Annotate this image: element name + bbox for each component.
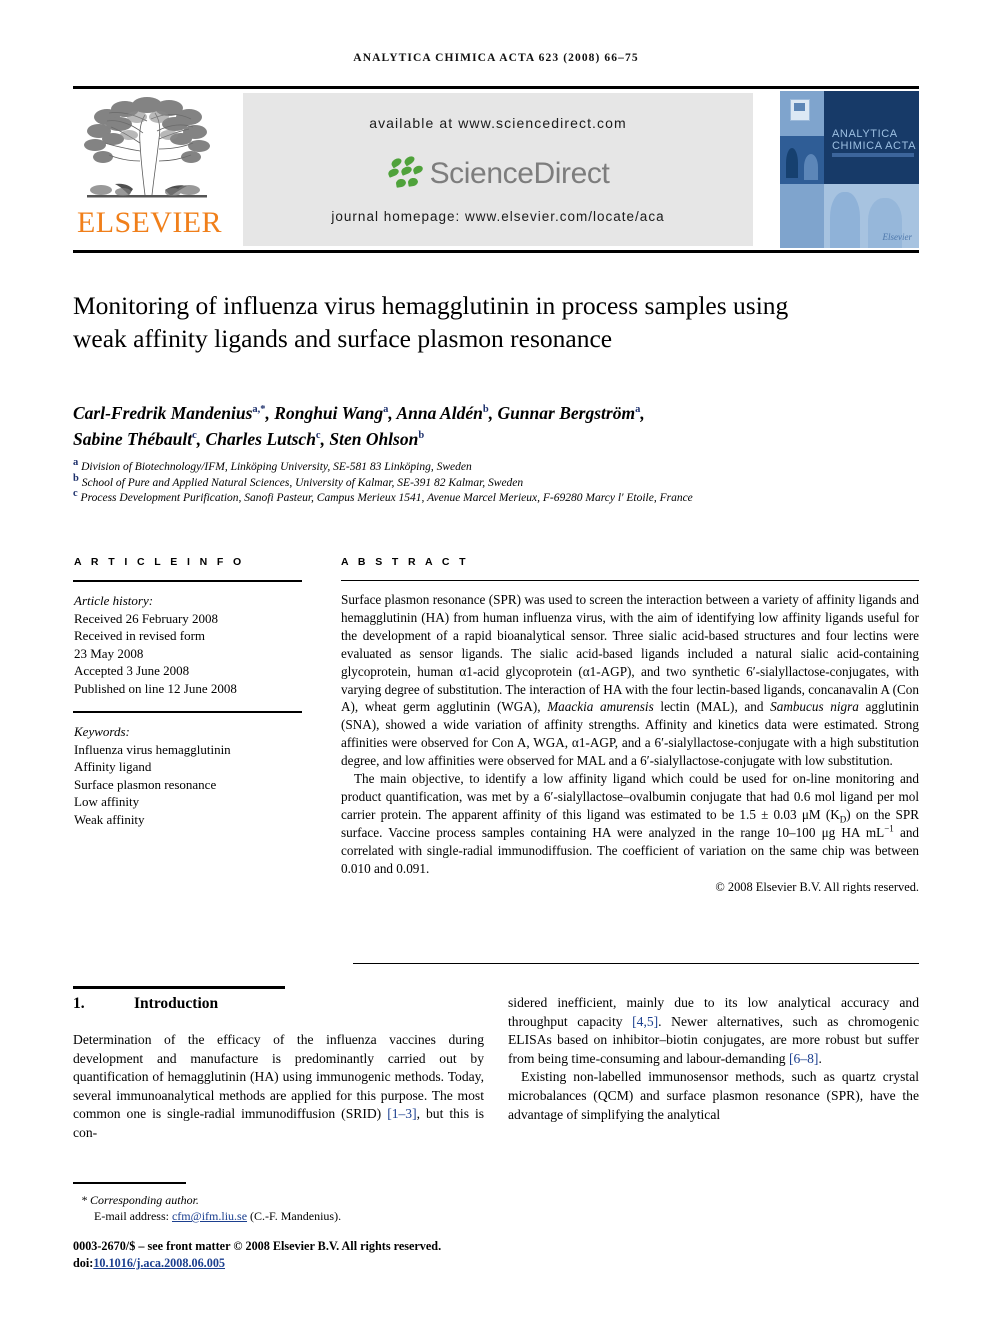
sciencedirect-wordmark: ScienceDirect [429, 157, 610, 190]
affiliation-c: c Process Development Purification, Sano… [73, 488, 693, 504]
abstract-top-rule [341, 580, 919, 581]
keywords-rule [73, 711, 302, 713]
abstract-bottom-rule [353, 963, 919, 964]
email-label: E-mail address: [94, 1209, 172, 1223]
keyword-item: Surface plasmon resonance [74, 776, 217, 792]
abstract-copyright: © 2008 Elsevier B.V. All rights reserved… [715, 879, 919, 894]
corresponding-author-note: * Corresponding author. [81, 1193, 199, 1207]
abstract-body: Surface plasmon resonance (SPR) was used… [341, 591, 919, 896]
journal-homepage-text: journal homepage: www.elsevier.com/locat… [331, 209, 665, 224]
intro-paragraph-right-2: Existing non-labelled immunosensor metho… [508, 1069, 919, 1122]
doi-link[interactable]: 10.1016/j.aca.2008.06.005 [93, 1256, 225, 1270]
cover-lab-photo [780, 136, 824, 184]
abstract-paragraph-1: Surface plasmon resonance (SPR) was used… [341, 592, 920, 769]
cover-title-line1: ANALYTICA [832, 128, 898, 140]
footnote-rule [73, 1182, 186, 1184]
footnote-block: * Corresponding author. E-mail address: … [73, 1192, 493, 1224]
page-title: Monitoring of influenza virus hemaggluti… [73, 291, 789, 354]
affiliation-list: a Division of Biotechnology/IFM, Linköpi… [73, 457, 933, 507]
affiliation-b: b School of Pure and Applied Natural Sci… [73, 472, 524, 489]
intro-paragraph-right-1: sidered inefficient, mainly due to its l… [508, 995, 919, 1066]
keyword-item: Weak affinity [74, 811, 145, 827]
intro-paragraph-left: Determination of the efficacy of the inf… [73, 1032, 485, 1140]
elsevier-tree-icon [84, 97, 210, 198]
doi-line: doi:10.1016/j.aca.2008.06.005 [73, 1255, 503, 1272]
keywords-block: Keywords: Influenza virus hemagglutinin … [74, 723, 309, 828]
history-item: Published on line 12 June 2008 [74, 680, 237, 696]
affiliation-a: a Division of Biotechnology/IFM, Linköpi… [73, 457, 472, 473]
running-head: ANALYTICA CHIMICA ACTA 623 (2008) 66–75 [353, 52, 639, 64]
masthead-bottom-rule [73, 250, 919, 253]
cover-subtitle-bar [832, 153, 914, 157]
paper-page: ANALYTICA CHIMICA ACTA 623 (2008) 66–75 [0, 0, 992, 1323]
article-history-label: Article history: [74, 593, 154, 608]
journal-cover-thumbnail: ANALYTICA CHIMICA ACTA Elsevier [780, 91, 919, 248]
abstract-paragraph-2: The main objective, to identify a low af… [341, 771, 920, 876]
keywords-label: Keywords: [74, 724, 130, 739]
masthead: ELSEVIER available at www.sciencedirect.… [73, 89, 919, 250]
section-title: Introduction [134, 995, 219, 1012]
cover-elsevier-icon [790, 99, 810, 121]
doi-label: doi: [73, 1255, 94, 1270]
issn-block: 0003-2670/$ – see front matter © 2008 El… [73, 1238, 503, 1271]
article-history: Article history: Received 26 February 20… [74, 592, 309, 697]
history-item: Received 26 February 2008 [74, 610, 219, 626]
body-column-left: Determination of the efficacy of the inf… [73, 1031, 484, 1143]
email-owner: (C.-F. Mandenius). [247, 1209, 342, 1223]
history-item: Received in revised form [74, 628, 206, 643]
section-rule [73, 986, 285, 989]
elsevier-wordmark: ELSEVIER [77, 206, 222, 239]
article-info-rule [73, 580, 302, 582]
email-line: E-mail address: cfm@ifm.liu.se (C.-F. Ma… [73, 1208, 493, 1224]
sciencedirect-leaves-icon [386, 154, 427, 191]
body-column-right: sidered inefficient, mainly due to its l… [508, 994, 919, 1124]
cover-left-column [780, 91, 824, 248]
cover-journal-title: ANALYTICA CHIMICA ACTA [832, 128, 917, 152]
elsevier-logo: ELSEVIER [77, 91, 222, 248]
available-at-text: available at www.sciencedirect.com [369, 115, 627, 131]
cover-brand-text: Elsevier [882, 232, 913, 242]
sciencedirect-banner: available at www.sciencedirect.com Scien… [243, 93, 753, 246]
author-line-1: Carl-Fredrik Mandeniusa,*, Ronghui Wanga… [73, 403, 645, 423]
issn-line: 0003-2670/$ – see front matter © 2008 El… [73, 1239, 442, 1253]
author-line-2: Sabine Thébaultc, Charles Lutschc, Sten … [73, 429, 425, 449]
keyword-item: Low affinity [74, 794, 140, 809]
history-item: 23 May 2008 [74, 645, 144, 661]
cover-title-line2: CHIMICA ACTA [832, 139, 917, 152]
author-list: Carl-Fredrik Mandeniusa,*, Ronghui Wanga… [73, 400, 919, 452]
section-number: 1. [73, 995, 85, 1012]
history-item: Accepted 3 June 2008 [74, 663, 190, 678]
sciencedirect-logo: ScienceDirect [243, 151, 753, 197]
keyword-item: Affinity ligand [74, 759, 152, 774]
email-link[interactable]: cfm@ifm.liu.se [172, 1209, 247, 1223]
keyword-item: Influenza virus hemagglutinin [74, 741, 231, 757]
article-info-heading: A R T I C L E I N F O [74, 556, 245, 568]
abstract-heading: A B S T R A C T [341, 556, 469, 568]
